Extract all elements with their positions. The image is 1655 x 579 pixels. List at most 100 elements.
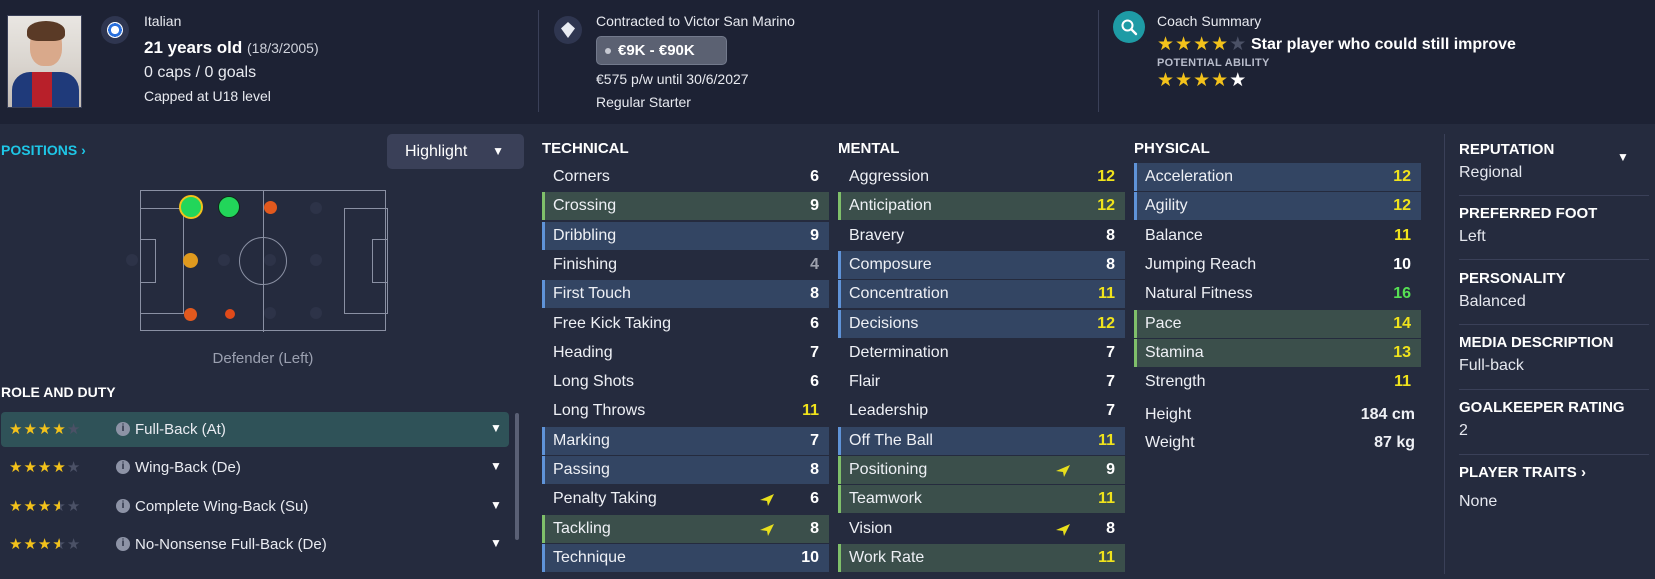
- attribute-row[interactable]: Strength 11: [1134, 368, 1421, 396]
- wage-range-badge[interactable]: €9K - €90K: [596, 36, 727, 65]
- chevron-down-icon[interactable]: ▼: [490, 536, 502, 550]
- player-age: 21 years old (18/3/2005): [144, 38, 319, 58]
- info-icon[interactable]: i: [116, 537, 130, 551]
- attribute-value: 8: [810, 285, 819, 303]
- info-icon[interactable]: i: [116, 499, 130, 513]
- coach-summary-text: Star player who could still improve: [1251, 36, 1516, 53]
- player-shirt: [12, 72, 79, 107]
- info-separator: [1459, 324, 1649, 325]
- attribute-row[interactable]: Free Kick Taking 6: [542, 310, 829, 338]
- role-row[interactable]: ★★★★★ i Wing-Back (De) ▼: [1, 450, 509, 485]
- role-row[interactable]: ★★★★★★ i No-Nonsense Full-Back (De) ▼: [1, 527, 509, 562]
- attribute-row[interactable]: Natural Fitness 16: [1134, 280, 1421, 308]
- attribute-row[interactable]: Acceleration 12: [1134, 163, 1421, 191]
- attribute-name: Dribbling: [553, 226, 617, 244]
- attribute-row[interactable]: Corners 6: [542, 163, 829, 191]
- chevron-down-icon[interactable]: ▼: [1617, 150, 1629, 164]
- attribute-row[interactable]: Finishing 4: [542, 251, 829, 279]
- chevron-down-icon[interactable]: ▼: [490, 459, 502, 473]
- attribute-row[interactable]: Stamina 13: [1134, 338, 1421, 367]
- attribute-row[interactable]: Aggression 12: [838, 163, 1125, 191]
- attribute-row[interactable]: Flair 7: [838, 368, 1125, 396]
- attribute-row[interactable]: Crossing 9: [542, 192, 829, 221]
- attribute-value: 11: [1098, 431, 1115, 449]
- attribute-row[interactable]: Vision 8: [838, 515, 1125, 543]
- goalkeeper-rating-value: 2: [1459, 422, 1468, 439]
- attribute-row[interactable]: Penalty Taking 6: [542, 485, 829, 513]
- attribute-row[interactable]: Determination 7: [838, 339, 1125, 367]
- attribute-row[interactable]: Leadership 7: [838, 397, 1125, 425]
- attribute-row[interactable]: Passing 8: [542, 456, 829, 484]
- height-label: Height: [1145, 406, 1192, 423]
- position-dot-dl[interactable]: [179, 195, 203, 219]
- position-dot-dr[interactable]: [184, 308, 197, 321]
- positions-link[interactable]: POSITIONS ›: [1, 142, 86, 158]
- attribute-row[interactable]: Heading 7: [542, 339, 829, 367]
- chevron-down-icon[interactable]: ▼: [490, 498, 502, 512]
- highlight-dropdown[interactable]: Highlight ▼: [387, 134, 524, 169]
- nationality[interactable]: Italian: [144, 13, 181, 29]
- attribute-row[interactable]: Balance 11: [1134, 222, 1421, 250]
- position-dot-dc[interactable]: [183, 253, 198, 268]
- nation-flag-icon[interactable]: [101, 16, 129, 44]
- position-dot-aml[interactable]: [264, 201, 277, 214]
- attribute-row[interactable]: Off The Ball 11: [838, 426, 1125, 455]
- player-traits-label[interactable]: PLAYER TRAITS ›: [1459, 464, 1649, 481]
- attribute-name: Balance: [1145, 226, 1203, 244]
- attribute-row[interactable]: Bravery 8: [838, 222, 1125, 250]
- role-stars: ★★★★★★: [9, 536, 82, 553]
- chevron-down-icon[interactable]: ▼: [490, 421, 502, 435]
- height-row: Height 184 cm: [1145, 406, 1415, 424]
- roles-scrollbar-thumb[interactable]: [515, 413, 519, 540]
- attribute-row[interactable]: Technique 10: [542, 543, 829, 572]
- attribute-name: Agility: [1145, 197, 1188, 215]
- attribute-row[interactable]: Work Rate 11: [838, 543, 1125, 572]
- attribute-name: Long Shots: [553, 373, 634, 391]
- attribute-row[interactable]: Long Throws 11: [542, 397, 829, 425]
- attribute-value: 8: [810, 519, 819, 537]
- attribute-value: 12: [1097, 197, 1115, 215]
- attribute-value: 14: [1393, 314, 1411, 332]
- attribute-row[interactable]: Concentration 11: [838, 280, 1125, 309]
- attribute-name: Determination: [849, 343, 949, 361]
- goalkeeper-rating-block: GOALKEEPER RATING 2: [1459, 399, 1649, 440]
- contract-club[interactable]: Contracted to Victor San Marino: [596, 13, 795, 29]
- attribute-row[interactable]: Agility 12: [1134, 192, 1421, 221]
- attribute-row[interactable]: Anticipation 12: [838, 192, 1125, 221]
- attribute-row[interactable]: Decisions 12: [838, 309, 1125, 338]
- attribute-value: 12: [1097, 168, 1115, 185]
- position-dot-wbr[interactable]: [225, 309, 235, 319]
- attribute-row[interactable]: Pace 14: [1134, 309, 1421, 338]
- club-badge-icon[interactable]: [554, 16, 582, 44]
- personality-value: Balanced: [1459, 293, 1526, 310]
- role-row[interactable]: ★★★★★ i Full-Back (At) ▼: [1, 412, 509, 447]
- position-pitch: [140, 190, 388, 332]
- attribute-row[interactable]: Composure 8: [838, 250, 1125, 279]
- preferred-foot-value: Left: [1459, 228, 1486, 245]
- attribute-name: Bravery: [849, 226, 905, 244]
- role-row[interactable]: ★★★★★★ i Complete Wing-Back (Su) ▼: [1, 489, 509, 524]
- player-hair: [27, 21, 65, 41]
- attribute-value: 7: [810, 343, 819, 361]
- info-separator: [1459, 195, 1649, 196]
- attribute-row[interactable]: Positioning 9: [838, 456, 1125, 484]
- attribute-row[interactable]: Jumping Reach 10: [1134, 251, 1421, 279]
- attribute-row[interactable]: Long Shots 6: [542, 368, 829, 396]
- attribute-row[interactable]: Dribbling 9: [542, 221, 829, 250]
- info-icon[interactable]: i: [116, 422, 130, 436]
- attribute-name: Jumping Reach: [1145, 255, 1257, 273]
- player-traits-block[interactable]: PLAYER TRAITS › None: [1459, 464, 1649, 511]
- attribute-value: 12: [1097, 314, 1115, 332]
- attribute-row[interactable]: Marking 7: [542, 426, 829, 455]
- attribute-row[interactable]: Tackling 8: [542, 514, 829, 543]
- header-divider: [538, 10, 539, 112]
- search-icon[interactable]: [1113, 11, 1145, 43]
- age-text: 21 years old: [144, 38, 243, 57]
- coach-summary-title[interactable]: Coach Summary: [1157, 13, 1261, 29]
- attribute-name: First Touch: [553, 285, 631, 303]
- info-icon[interactable]: i: [116, 460, 130, 474]
- date-of-birth: (18/3/2005): [247, 40, 319, 56]
- position-dot-wbl[interactable]: [218, 196, 240, 218]
- attribute-row[interactable]: Teamwork 11: [838, 485, 1125, 514]
- attribute-row[interactable]: First Touch 8: [542, 280, 829, 309]
